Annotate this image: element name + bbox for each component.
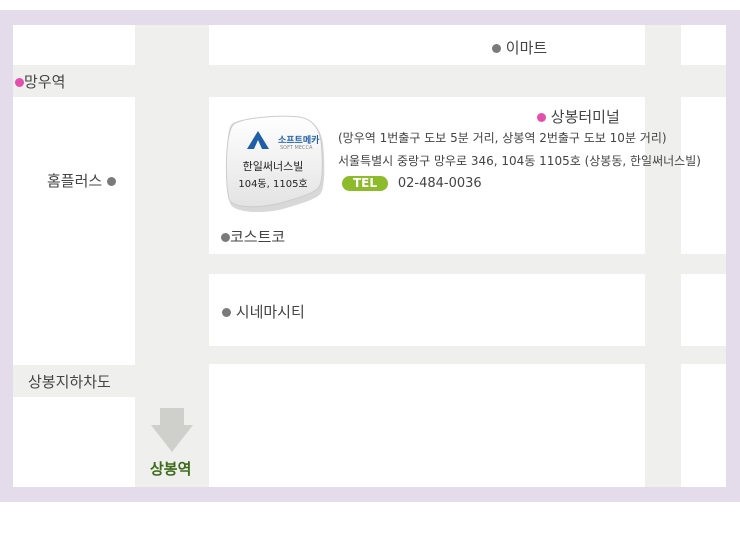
phone-number[interactable]: 02-484-0036 — [398, 176, 482, 191]
emart-marker: 이마트 — [492, 37, 547, 58]
road-lower — [209, 346, 726, 364]
cinema-marker: 시네마시티 — [222, 301, 305, 322]
road-mangu-ro — [13, 65, 726, 97]
cinema-dot-icon — [222, 308, 231, 317]
sangbong-terminal-label: 상봉터미널 — [550, 108, 620, 126]
emart-dot-icon — [492, 44, 501, 53]
underpass-label: 상봉지하차도 — [28, 373, 111, 391]
homeplus-marker: 홈플러스 — [47, 170, 116, 191]
sangbong-terminal-marker: 상봉터미널 — [537, 106, 620, 127]
directions-text: (망우역 1번출구 도보 5분 거리, 상봉역 2번출구 도보 10분 거리) — [338, 131, 667, 145]
building-unit: 104동, 1105호 — [238, 179, 308, 190]
soft-mecca-logo-icon — [247, 131, 269, 149]
logo-subtitle: SOFT MECCA — [280, 145, 313, 151]
location-map: 이마트 망우역 상봉터미널 홈플러스 코스트코 시네마시티 상봉지하차도 상봉역… — [13, 25, 726, 487]
homeplus-label: 홈플러스 — [47, 172, 103, 190]
sangbong-station-label: 상봉역 — [150, 460, 192, 478]
phone-row: TEL 02-484-0036 — [342, 176, 482, 191]
road-middle — [209, 254, 726, 274]
emart-label: 이마트 — [505, 39, 548, 57]
office-location-bubble: 소프트메카 SOFT MECCA 한일써너스빌 104동, 1105호 — [223, 113, 327, 215]
subway-dot-icon — [15, 78, 24, 87]
tel-badge: TEL — [342, 176, 389, 191]
subway-dot-icon — [537, 113, 546, 122]
costco-label: 코스트코 — [230, 228, 286, 246]
cinema-label: 시네마시티 — [235, 303, 305, 321]
mangu-station-marker: 망우역 — [15, 71, 65, 92]
costco-marker: 코스트코 — [221, 226, 285, 247]
costco-dot-icon — [221, 233, 230, 242]
arrow-down-icon — [151, 408, 193, 452]
address-text: 서울특별시 중랑구 망우로 346, 104동 1105호 (상봉동, 한일써너… — [338, 154, 701, 168]
mangu-station-label: 망우역 — [24, 73, 66, 91]
homeplus-dot-icon — [106, 177, 116, 186]
building-name: 한일써너스빌 — [242, 160, 304, 173]
